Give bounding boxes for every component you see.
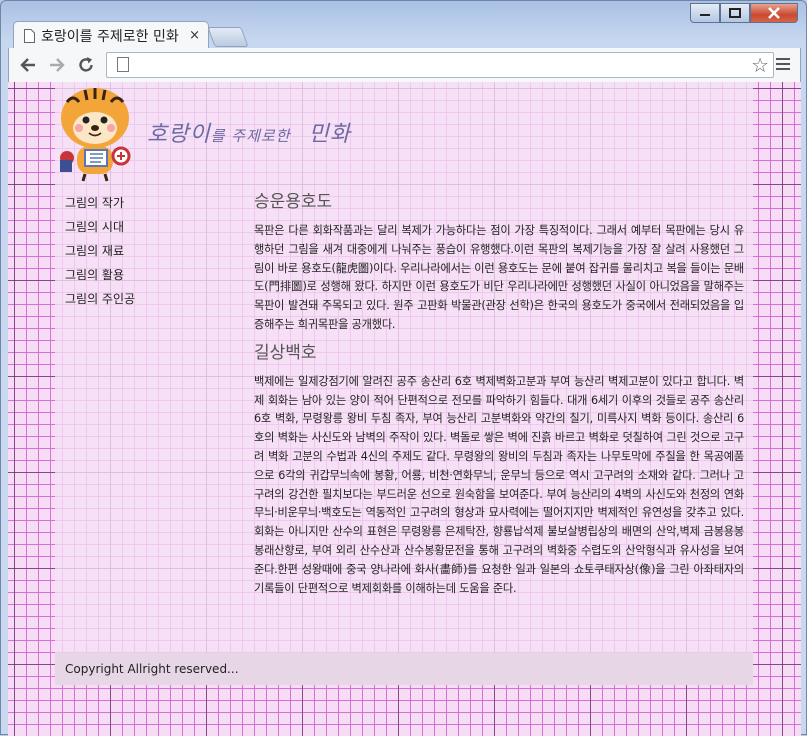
minimize-icon [700, 14, 710, 16]
reload-icon [79, 57, 93, 72]
tiger-mascot-logo [60, 88, 131, 182]
page-icon [117, 57, 129, 72]
site-title: 호랑이를 주제로한 민화 [147, 116, 351, 148]
page-viewport: 호랑이를 주제로한 민화 그림의 작가 그림의 시대 그림의 재료 그림의 활용… [8, 82, 801, 736]
forward-arrow-icon [50, 58, 65, 72]
site-header: 호랑이를 주제로한 민화 [55, 82, 753, 186]
new-tab-button[interactable] [207, 27, 249, 47]
back-button[interactable] [17, 54, 39, 76]
sidebar-item-usage[interactable]: 그림의 활용 [65, 266, 235, 290]
forward-button[interactable] [46, 54, 68, 76]
browser-window: 호랑이를 주제로한 민화 × ☆ 호랑이를 주제로한 민화 그림의 작가 그림의… [0, 0, 807, 736]
page-container: 호랑이를 주제로한 민화 그림의 작가 그림의 시대 그림의 재료 그림의 활용… [55, 82, 753, 682]
site-title-part1: 호랑이 [147, 122, 211, 147]
address-bar[interactable]: ☆ [106, 52, 774, 78]
bookmark-star-icon[interactable]: ☆ [751, 53, 769, 77]
close-window-button[interactable] [750, 3, 798, 23]
minimize-button[interactable] [690, 3, 720, 23]
sidebar-item-artist[interactable]: 그림의 작가 [65, 194, 235, 218]
copyright-text: Copyright Allright reserved... [65, 662, 239, 676]
maximize-button[interactable] [720, 3, 750, 23]
sidebar-item-material[interactable]: 그림의 재료 [65, 242, 235, 266]
page-footer: Copyright Allright reserved... [55, 653, 753, 685]
browser-toolbar: ☆ [8, 48, 801, 82]
menu-icon[interactable] [776, 55, 790, 73]
site-title-small: 를 주제로한 [210, 127, 291, 145]
close-icon [768, 7, 780, 19]
sidebar-item-subject[interactable]: 그림의 주인공 [65, 290, 235, 314]
tab-close-button[interactable]: × [189, 28, 200, 43]
section-heading: 승운용호도 [254, 192, 333, 212]
section-heading: 길상백호 [254, 342, 317, 363]
maximize-icon [729, 8, 741, 18]
page-icon [24, 28, 35, 43]
section-body: 백제에는 일제강점기에 알려진 공주 송산리 6호 벽제벽화고분과 부여 능산리… [254, 374, 744, 595]
reload-button[interactable] [75, 54, 97, 76]
main-content: 승운용호도 목판은 다른 회화작품과는 달리 복제가 가능하다는 점이 가장 특… [254, 190, 744, 604]
browser-tab[interactable]: 호랑이를 주제로한 민화 × [13, 21, 209, 49]
sidebar-item-era[interactable]: 그림의 시대 [65, 218, 235, 242]
window-controls [690, 3, 798, 23]
sidebar-nav: 그림의 작가 그림의 시대 그림의 재료 그림의 활용 그림의 주인공 [65, 194, 235, 314]
back-arrow-icon [20, 58, 35, 72]
section-body: 목판은 다른 회화작품과는 달리 복제가 가능하다는 점이 가장 특징적이다. … [254, 224, 744, 331]
site-title-part2: 민화 [308, 122, 351, 147]
tab-title: 호랑이를 주제로한 민화 [41, 28, 179, 45]
